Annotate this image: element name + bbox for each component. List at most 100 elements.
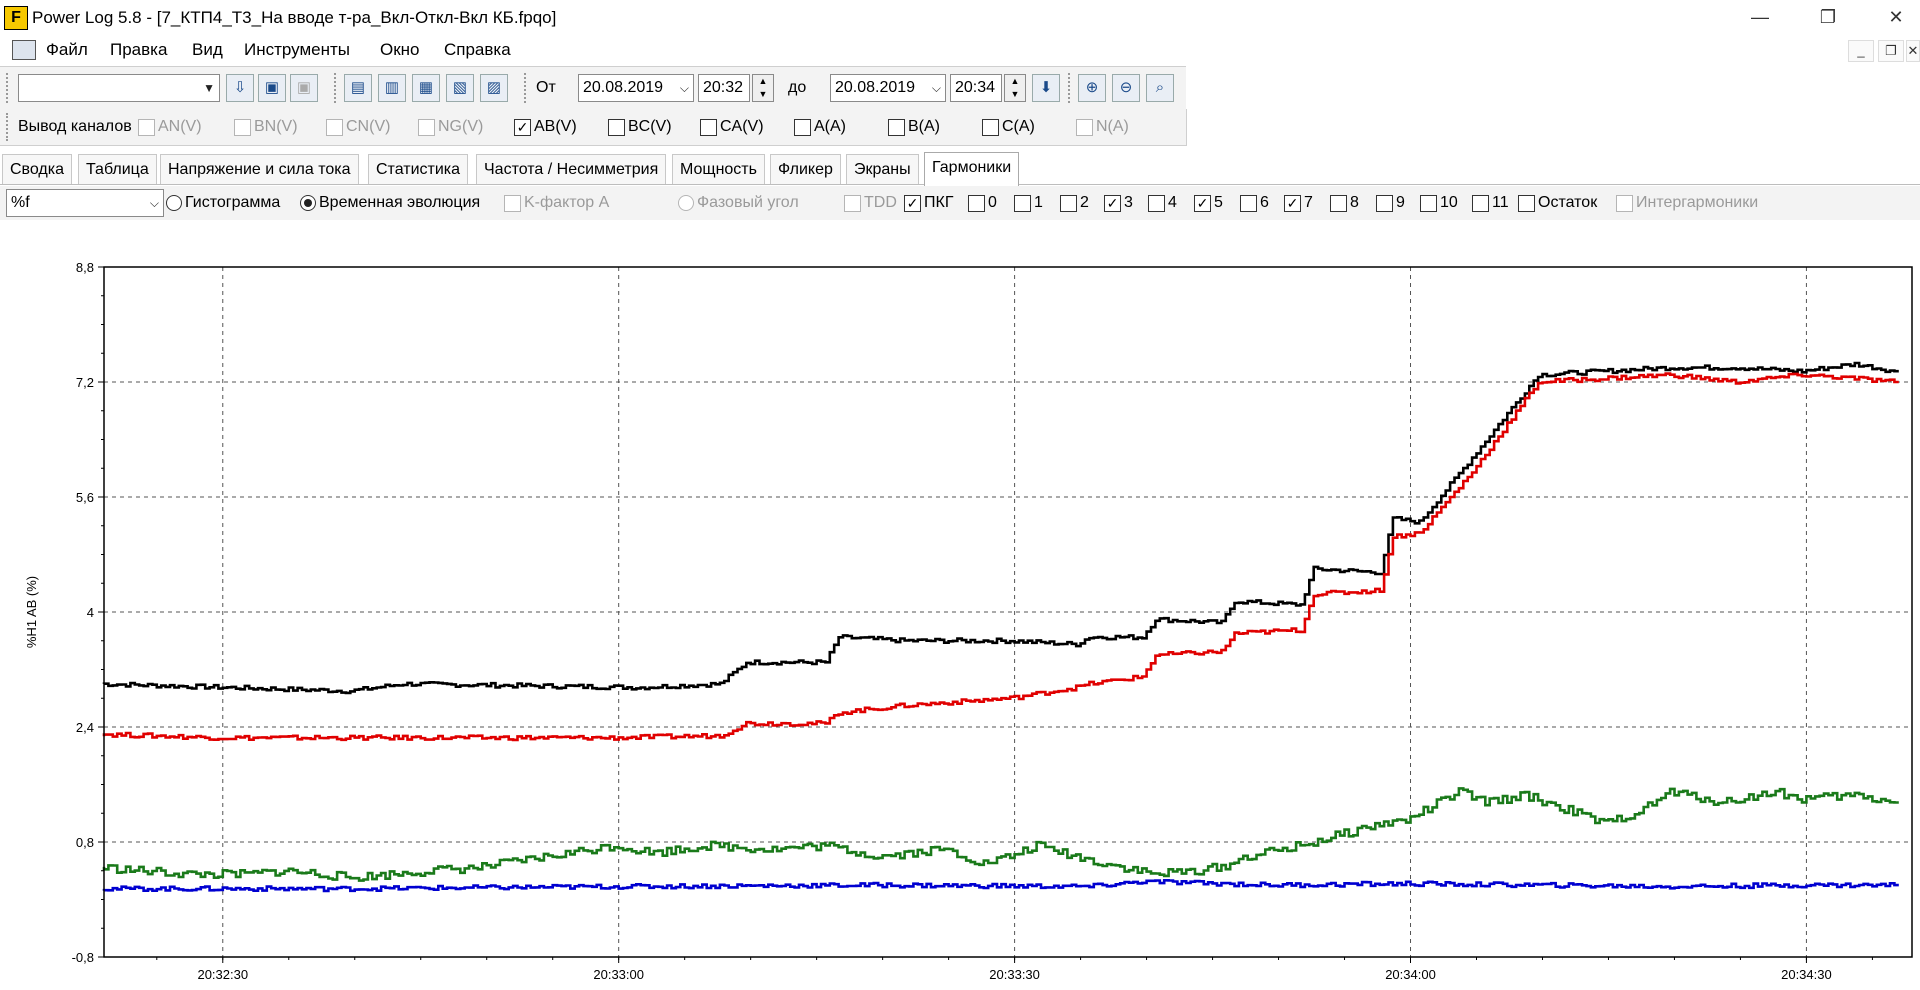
histogram-radio[interactable]: Гистограмма [166, 194, 280, 212]
minimize-button[interactable]: — [1740, 4, 1780, 30]
harmonic-2-checkbox[interactable]: 2 [1060, 194, 1089, 212]
harmonic-8-checkbox[interactable]: 8 [1330, 194, 1359, 212]
channel-ca-checkbox[interactable]: CA(V) [700, 118, 764, 136]
unit-select-value: %f [11, 194, 30, 211]
export-icon[interactable]: ▨ [480, 74, 508, 102]
series-line-0 [102, 361, 1899, 695]
file-select[interactable]: ▼ [18, 74, 220, 102]
menu-file[interactable]: Файл [46, 40, 88, 60]
channel-label: NG(V) [438, 118, 484, 135]
harmonic-7-checkbox[interactable]: ✓ 7 [1284, 194, 1313, 212]
interharmonics-label: Интергармоники [1636, 194, 1759, 211]
channel-c-checkbox[interactable]: C(A) [982, 118, 1035, 136]
to-time-spinner[interactable]: ▲ ▼ [1004, 74, 1026, 102]
harmonic-6-checkbox[interactable]: 6 [1240, 194, 1269, 212]
mdi-restore-button[interactable]: ❐ [1878, 40, 1904, 62]
copy-icon[interactable]: ▣ [258, 74, 286, 102]
chart-series [102, 361, 1899, 893]
from-date-picker[interactable]: 20.08.2019 ⌵ [578, 74, 694, 102]
mdi-close-button[interactable]: ✕ [1906, 40, 1920, 62]
menu-tools[interactable]: Инструменты [244, 40, 350, 60]
unit-select[interactable]: %f ⌵ [6, 189, 164, 217]
harmonic-9-checkbox[interactable]: 9 [1376, 194, 1405, 212]
tab-flicker[interactable]: Фликер [770, 154, 841, 184]
channel-ab-checkbox[interactable]: ✓ AB(V) [514, 118, 577, 136]
histogram-label: Гистограмма [185, 194, 281, 211]
menu-view[interactable]: Вид [192, 40, 223, 60]
menu-window[interactable]: Окно [380, 40, 420, 60]
harmonic-label: 7 [1304, 194, 1313, 211]
title-bar: F Power Log 5.8 - [7_КТП4_Т3_На вводе т-… [0, 0, 1920, 36]
save-icon[interactable]: ▥ [378, 74, 406, 102]
series-line-1 [102, 372, 1899, 742]
time-evolution-radio[interactable]: Временная эволюция [300, 194, 480, 212]
toolbar-grip[interactable] [6, 73, 12, 103]
close-button[interactable]: ✕ [1876, 4, 1916, 30]
channel-ng-checkbox: NG(V) [418, 118, 483, 136]
interharmonics-checkbox: Интергармоники [1616, 194, 1758, 212]
toolbar-grip[interactable] [6, 113, 12, 141]
tab-frequency-unbalance[interactable]: Частота / Несимметрия [476, 154, 667, 184]
harmonic-11-checkbox[interactable]: 11 [1472, 194, 1509, 212]
open-icon[interactable]: ▤ [344, 74, 372, 102]
harmonic-0-checkbox[interactable]: 0 [968, 194, 997, 212]
print-disabled-icon: ▣ [290, 74, 318, 102]
chart-svg[interactable]: -0,8 0,8 2,4 4 5,6 7,2 8,8 20:32:30 20:33:00 20:3… [0, 222, 1920, 990]
print-icon[interactable]: ▦ [412, 74, 440, 102]
tab-screens[interactable]: Экраны [846, 154, 919, 184]
chevron-down-icon: ⌵ [931, 81, 941, 95]
harmonic-thd-checkbox[interactable]: ✓ ПКГ [904, 194, 953, 212]
mdi-minimize-button[interactable]: _ [1848, 40, 1874, 62]
harmonic-label: 0 [988, 194, 997, 211]
apply-range-icon[interactable]: ⬇ [1032, 74, 1060, 102]
harmonic-1-checkbox[interactable]: 1 [1014, 194, 1043, 212]
menu-edit[interactable]: Правка [110, 40, 167, 60]
to-time-value: 20:34 [955, 79, 996, 96]
download-icon[interactable]: ⇩ [226, 74, 254, 102]
tab-table[interactable]: Таблица [78, 154, 157, 184]
to-date-picker[interactable]: 20.08.2019 ⌵ [830, 74, 946, 102]
harmonics-chart[interactable]: -0,8 0,8 2,4 4 5,6 7,2 8,8 20:32:30 20:33:00 20:3… [0, 222, 1920, 990]
harmonic-label: 11 [1492, 194, 1509, 211]
harmonic-10-checkbox[interactable]: 10 [1420, 194, 1458, 212]
remainder-checkbox[interactable]: Остаток [1518, 194, 1597, 212]
zoom-fit-icon[interactable]: ⌕ [1146, 74, 1174, 102]
tab-voltage-current[interactable]: Напряжение и сила тока [160, 154, 359, 184]
tab-statistics[interactable]: Статистика [368, 154, 469, 184]
channel-label: C(A) [1002, 118, 1035, 135]
tab-harmonics[interactable]: Гармоники [924, 152, 1020, 186]
to-label: до [788, 79, 807, 96]
channel-label: B(A) [908, 118, 940, 135]
x-tick-label: 20:32:30 [197, 967, 248, 982]
from-time-spinner[interactable]: ▲ ▼ [752, 74, 774, 102]
harmonics-options-bar: %f ⌵ Гистограмма Временная эволюция K-фак… [0, 186, 1920, 220]
toolbar-grip[interactable] [334, 73, 340, 103]
channel-a-checkbox[interactable]: A(A) [794, 118, 846, 136]
k-factor-label: K-фактор A [524, 194, 610, 211]
toolbar-grip[interactable] [524, 73, 530, 103]
document-window-icon[interactable] [12, 40, 36, 60]
from-time-field[interactable]: 20:32 [698, 74, 750, 102]
to-time-field[interactable]: 20:34 [950, 74, 1002, 102]
zoom-out-icon[interactable]: ⊖ [1112, 74, 1140, 102]
x-tick-label: 20:34:30 [1781, 967, 1832, 982]
harmonic-4-checkbox[interactable]: 4 [1148, 194, 1177, 212]
time-evolution-label: Временная эволюция [319, 194, 481, 211]
report-icon[interactable]: ▧ [446, 74, 474, 102]
toolbar-grip[interactable] [1068, 73, 1074, 103]
harmonic-label: 2 [1080, 194, 1089, 211]
tab-power[interactable]: Мощность [672, 154, 765, 184]
harmonic-label: 6 [1260, 194, 1269, 211]
channel-b-checkbox[interactable]: B(A) [888, 118, 940, 136]
channels-label: Вывод каналов [18, 118, 132, 135]
menu-help[interactable]: Справка [444, 40, 511, 60]
harmonic-5-checkbox[interactable]: ✓ 5 [1194, 194, 1223, 212]
channel-bc-checkbox[interactable]: BC(V) [608, 118, 672, 136]
channel-cn-checkbox: CN(V) [326, 118, 390, 136]
chevron-down-icon: ⌵ [149, 196, 159, 210]
restore-button[interactable]: ❐ [1808, 4, 1848, 30]
tab-summary[interactable]: Сводка [2, 154, 73, 184]
harmonic-label: 1 [1034, 194, 1043, 211]
zoom-in-icon[interactable]: ⊕ [1078, 74, 1106, 102]
harmonic-3-checkbox[interactable]: ✓ 3 [1104, 194, 1133, 212]
